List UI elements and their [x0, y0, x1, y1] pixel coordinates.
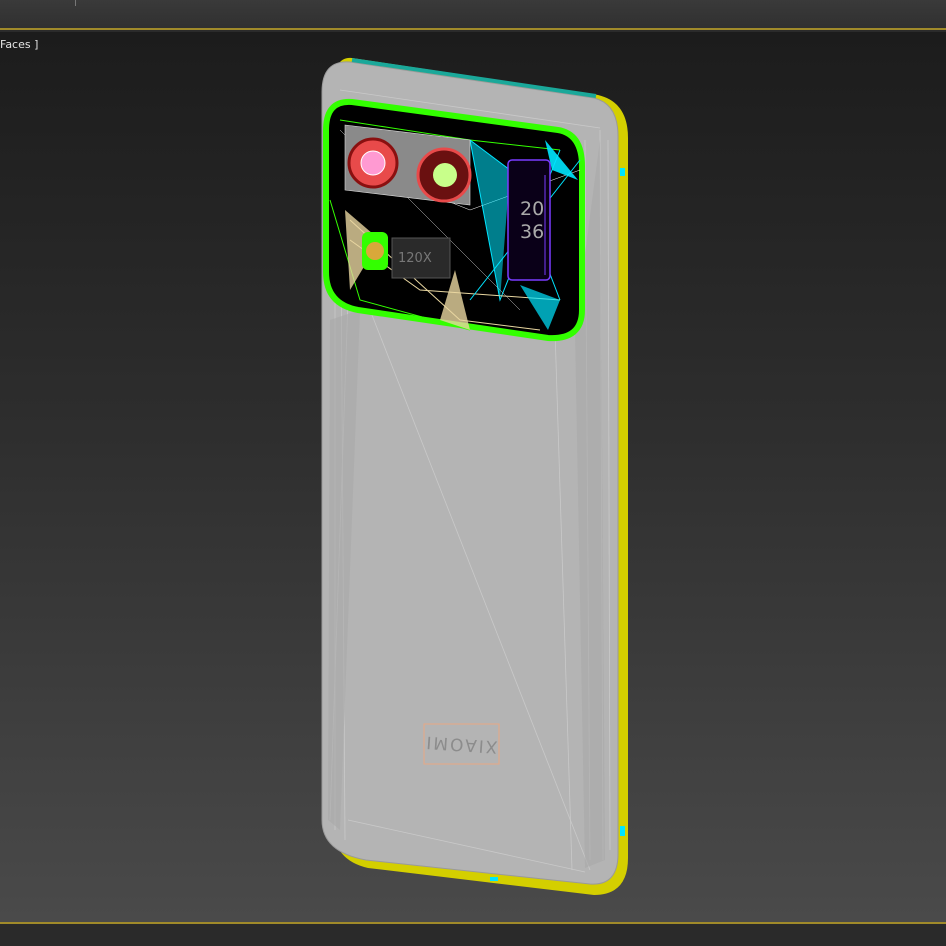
side-marker: [620, 168, 625, 176]
secondary-camera-lens-inner: [433, 163, 457, 187]
side-marker: [490, 877, 498, 881]
phone-model[interactable]: 120X 20 36 XIAOMI: [0, 0, 946, 946]
zoom-badge-text: 120X: [398, 251, 432, 266]
clock-hours: 20: [520, 198, 544, 220]
modeling-app: Faces ] 120X 20 36 XIAOMI: [0, 0, 946, 946]
clock-minutes: 36: [520, 221, 544, 243]
rear-display[interactable]: [507, 159, 551, 281]
side-marker: [620, 826, 625, 836]
status-bar: [0, 922, 946, 946]
flash-icon: [366, 242, 384, 260]
main-camera-lens-inner: [360, 150, 386, 176]
